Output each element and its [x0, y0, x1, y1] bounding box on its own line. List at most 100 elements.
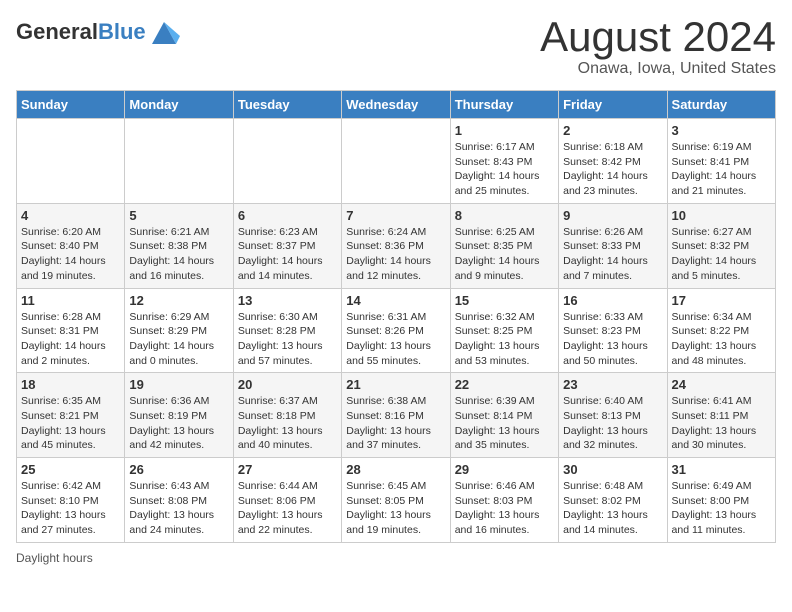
calendar-cell	[342, 119, 450, 204]
calendar-cell: 3 Sunrise: 6:19 AMSunset: 8:41 PMDaylight…	[667, 119, 775, 204]
day-number: 29	[455, 462, 554, 477]
calendar-cell: 7 Sunrise: 6:24 AMSunset: 8:36 PMDaylight…	[342, 203, 450, 288]
month-year: August 2024	[540, 16, 776, 58]
calendar-cell: 16 Sunrise: 6:33 AMSunset: 8:23 PMDayligh…	[559, 288, 667, 373]
day-number: 20	[238, 377, 337, 392]
calendar-cell: 2 Sunrise: 6:18 AMSunset: 8:42 PMDaylight…	[559, 119, 667, 204]
calendar-cell: 13Sunrise: 6:30 AMSunset: 8:28 PMDayligh…	[233, 288, 341, 373]
calendar-cell	[233, 119, 341, 204]
day-number: 8	[455, 208, 554, 223]
day-info: Sunrise: 6:19 AMSunset: 8:41 PMDaylight:…	[672, 140, 771, 199]
calendar-cell	[17, 119, 125, 204]
day-number: 25	[21, 462, 120, 477]
day-of-week-header: Saturday	[667, 91, 775, 119]
page-header: GeneralBlue August 2024 Onawa, Iowa, Uni…	[16, 16, 776, 78]
calendar-cell	[125, 119, 233, 204]
calendar-table: SundayMondayTuesdayWednesdayThursdayFrid…	[16, 90, 776, 543]
day-number: 1	[455, 123, 554, 138]
day-info: Sunrise: 6:39 AMSunset: 8:14 PMDaylight:…	[455, 394, 554, 453]
calendar-cell: 12 Sunrise: 6:29 AMSunset: 8:29 PMDayligh…	[125, 288, 233, 373]
day-number: 28	[346, 462, 445, 477]
day-info: Sunrise: 6:36 AMSunset: 8:19 PMDaylight:…	[129, 394, 228, 453]
day-info: Sunrise: 6:49 AMSunset: 8:00 PMDaylight:…	[672, 479, 771, 538]
calendar-cell: 19Sunrise: 6:36 AMSunset: 8:19 PMDayligh…	[125, 373, 233, 458]
day-number: 7	[346, 208, 445, 223]
day-number: 14	[346, 293, 445, 308]
calendar-cell: 9Sunrise: 6:26 AMSunset: 8:33 PMDaylight…	[559, 203, 667, 288]
calendar-cell: 22Sunrise: 6:39 AMSunset: 8:14 PMDayligh…	[450, 373, 558, 458]
calendar-cell: 1Sunrise: 6:17 AMSunset: 8:43 PMDaylight…	[450, 119, 558, 204]
day-number: 17	[672, 293, 771, 308]
day-info: Sunrise: 6:27 AMSunset: 8:32 PMDaylight:…	[672, 225, 771, 284]
calendar-cell: 26Sunrise: 6:43 AMSunset: 8:08 PMDayligh…	[125, 458, 233, 543]
day-info: Sunrise: 6:26 AMSunset: 8:33 PMDaylight:…	[563, 225, 662, 284]
day-number: 12	[129, 293, 228, 308]
daylight-hours-label: Daylight hours	[16, 551, 93, 565]
day-of-week-header: Thursday	[450, 91, 558, 119]
day-info: Sunrise: 6:42 AMSunset: 8:10 PMDaylight:…	[21, 479, 120, 538]
day-number: 16	[563, 293, 662, 308]
calendar-cell: 28 Sunrise: 6:45 AMSunset: 8:05 PMDayligh…	[342, 458, 450, 543]
day-number: 27	[238, 462, 337, 477]
day-info: Sunrise: 6:35 AMSunset: 8:21 PMDaylight:…	[21, 394, 120, 453]
day-of-week-header: Wednesday	[342, 91, 450, 119]
day-info: Sunrise: 6:24 AMSunset: 8:36 PMDaylight:…	[346, 225, 445, 284]
day-number: 6	[238, 208, 337, 223]
calendar-cell: 21 Sunrise: 6:38 AMSunset: 8:16 PMDayligh…	[342, 373, 450, 458]
calendar-cell: 24 Sunrise: 6:41 AMSunset: 8:11 PMDayligh…	[667, 373, 775, 458]
day-info: Sunrise: 6:46 AMSunset: 8:03 PMDaylight:…	[455, 479, 554, 538]
calendar-cell: 27Sunrise: 6:44 AMSunset: 8:06 PMDayligh…	[233, 458, 341, 543]
day-number: 3	[672, 123, 771, 138]
day-info: Sunrise: 6:32 AMSunset: 8:25 PMDaylight:…	[455, 310, 554, 369]
day-info: Sunrise: 6:18 AMSunset: 8:42 PMDaylight:…	[563, 140, 662, 199]
calendar-cell: 17 Sunrise: 6:34 AMSunset: 8:22 PMDayligh…	[667, 288, 775, 373]
footer: Daylight hours	[16, 551, 776, 565]
day-number: 15	[455, 293, 554, 308]
day-number: 18	[21, 377, 120, 392]
calendar-cell: 31 Sunrise: 6:49 AMSunset: 8:00 PMDayligh…	[667, 458, 775, 543]
day-number: 2	[563, 123, 662, 138]
day-info: Sunrise: 6:23 AMSunset: 8:37 PMDaylight:…	[238, 225, 337, 284]
day-info: Sunrise: 6:45 AMSunset: 8:05 PMDaylight:…	[346, 479, 445, 538]
day-number: 21	[346, 377, 445, 392]
day-number: 5	[129, 208, 228, 223]
day-info: Sunrise: 6:20 AMSunset: 8:40 PMDaylight:…	[21, 225, 120, 284]
day-info: Sunrise: 6:29 AMSunset: 8:29 PMDaylight:…	[129, 310, 228, 369]
day-number: 4	[21, 208, 120, 223]
logo-icon	[148, 16, 180, 48]
day-of-week-header: Friday	[559, 91, 667, 119]
calendar-cell: 5 Sunrise: 6:21 AMSunset: 8:38 PMDaylight…	[125, 203, 233, 288]
calendar-cell: 30 Sunrise: 6:48 AMSunset: 8:02 PMDayligh…	[559, 458, 667, 543]
day-info: Sunrise: 6:21 AMSunset: 8:38 PMDaylight:…	[129, 225, 228, 284]
logo-blue: Blue	[98, 19, 146, 44]
day-info: Sunrise: 6:48 AMSunset: 8:02 PMDaylight:…	[563, 479, 662, 538]
day-of-week-header: Tuesday	[233, 91, 341, 119]
day-number: 30	[563, 462, 662, 477]
logo-general: General	[16, 19, 98, 44]
calendar-week-row: 11Sunrise: 6:28 AMSunset: 8:31 PMDayligh…	[17, 288, 776, 373]
day-info: Sunrise: 6:41 AMSunset: 8:11 PMDaylight:…	[672, 394, 771, 453]
day-info: Sunrise: 6:38 AMSunset: 8:16 PMDaylight:…	[346, 394, 445, 453]
day-info: Sunrise: 6:25 AMSunset: 8:35 PMDaylight:…	[455, 225, 554, 284]
title-block: August 2024 Onawa, Iowa, United States	[540, 16, 776, 78]
day-number: 13	[238, 293, 337, 308]
day-info: Sunrise: 6:34 AMSunset: 8:22 PMDaylight:…	[672, 310, 771, 369]
day-of-week-header: Monday	[125, 91, 233, 119]
calendar-week-row: 1Sunrise: 6:17 AMSunset: 8:43 PMDaylight…	[17, 119, 776, 204]
calendar-cell: 20Sunrise: 6:37 AMSunset: 8:18 PMDayligh…	[233, 373, 341, 458]
calendar-cell: 25 Sunrise: 6:42 AMSunset: 8:10 PMDayligh…	[17, 458, 125, 543]
calendar-cell: 18 Sunrise: 6:35 AMSunset: 8:21 PMDayligh…	[17, 373, 125, 458]
calendar-cell: 11Sunrise: 6:28 AMSunset: 8:31 PMDayligh…	[17, 288, 125, 373]
day-of-week-header: Sunday	[17, 91, 125, 119]
day-number: 23	[563, 377, 662, 392]
day-number: 10	[672, 208, 771, 223]
day-info: Sunrise: 6:33 AMSunset: 8:23 PMDaylight:…	[563, 310, 662, 369]
location: Onawa, Iowa, United States	[540, 60, 776, 78]
day-number: 31	[672, 462, 771, 477]
calendar-cell: 15 Sunrise: 6:32 AMSunset: 8:25 PMDayligh…	[450, 288, 558, 373]
day-number: 24	[672, 377, 771, 392]
calendar-week-row: 4 Sunrise: 6:20 AMSunset: 8:40 PMDaylight…	[17, 203, 776, 288]
calendar-cell: 10 Sunrise: 6:27 AMSunset: 8:32 PMDayligh…	[667, 203, 775, 288]
calendar-cell: 8 Sunrise: 6:25 AMSunset: 8:35 PMDaylight…	[450, 203, 558, 288]
calendar-header-row: SundayMondayTuesdayWednesdayThursdayFrid…	[17, 91, 776, 119]
